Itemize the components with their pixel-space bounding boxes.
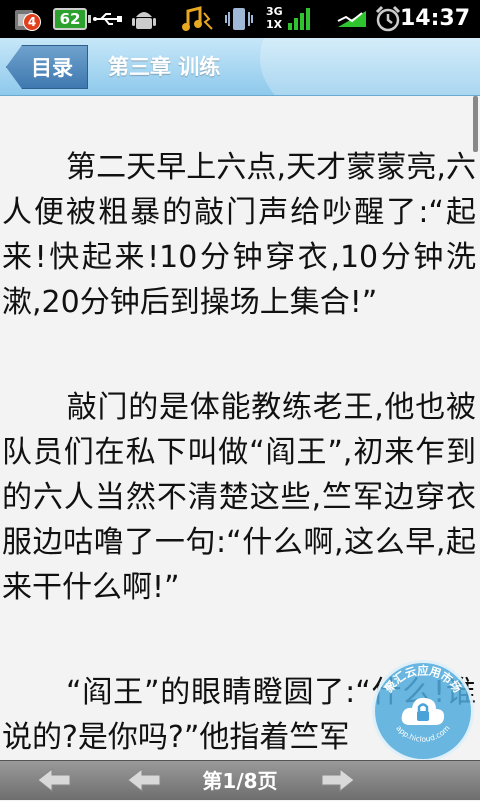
- battery-level: 62: [53, 8, 91, 30]
- android-debug-icon: [128, 0, 160, 38]
- page-indicator: 第1/8页: [202, 769, 278, 793]
- status-clock: 14:37: [399, 6, 470, 31]
- paragraph-text: 敲门的是体能教练老王,他也被队员们在私下叫做“阎王”,初来乍到的六人当然不清楚这…: [2, 390, 476, 605]
- signal-icon: [286, 0, 312, 38]
- svg-text:app.hicloud.com: app.hicloud.com: [394, 724, 451, 744]
- paragraph: 敲门的是体能教练老王,他也被队员们在私下叫做“阎王”,初来乍到的六人当然不清楚这…: [0, 385, 478, 610]
- notification-badge: 4: [23, 13, 41, 31]
- vibrate-icon: [222, 0, 256, 38]
- chapter-title: 第三章 训练: [108, 55, 221, 79]
- usb-icon: [90, 0, 126, 38]
- svg-text:聚汇云应用市场: 聚汇云应用市场: [382, 663, 465, 696]
- app-store-watermark: 聚汇云应用市场 app.hicloud.com: [372, 660, 474, 762]
- next-page-button[interactable]: [316, 765, 360, 795]
- bottom-toolbar: 第1/8页: [0, 760, 480, 800]
- network-type: 3G 1X: [266, 5, 283, 31]
- data-signal-icon: [334, 0, 370, 38]
- paragraph: 第二天早上六点,天才蒙蒙亮,六人便被粗暴的敲门声给吵醒了:“起来!快起来!10分…: [0, 145, 478, 325]
- scrollbar-thumb[interactable]: [473, 96, 478, 152]
- arrow-right-icon: [321, 767, 355, 793]
- table-of-contents-button[interactable]: 目录: [6, 45, 88, 89]
- watermark-text: 聚汇云应用市场 app.hicloud.com: [382, 663, 465, 744]
- title-bar: 目录 第三章 训练: [0, 38, 480, 96]
- music-icon: [180, 0, 216, 38]
- paragraph-text: 第二天早上六点,天才蒙蒙亮,六人便被粗暴的敲门声给吵醒了:“起来!快起来!10分…: [2, 150, 476, 320]
- reading-content[interactable]: 第二天早上六点,天才蒙蒙亮,六人便被粗暴的敲门声给吵醒了:“起来!快起来!10分…: [0, 96, 480, 760]
- status-bar: 4 62 3G 1X 14:37: [0, 0, 480, 38]
